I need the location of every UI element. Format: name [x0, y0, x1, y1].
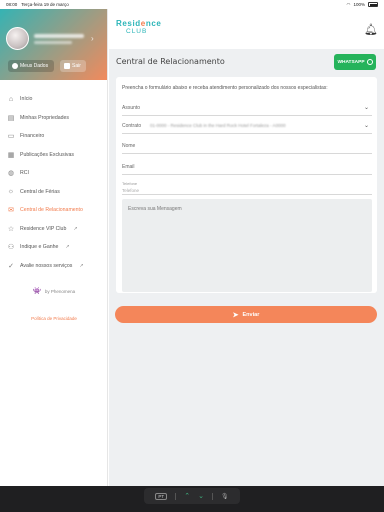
keyboard-accessory-bar: PT ⌃ ⌄ 🎙︎	[0, 486, 384, 512]
sidebar-item-financeiro[interactable]: ▭ Financeiro	[0, 127, 108, 146]
keyboard-language-key[interactable]: PT	[155, 492, 168, 500]
user-name-redacted	[34, 34, 84, 38]
phone-label: Telefone	[122, 181, 138, 186]
phenomena-logo-icon: 👾	[32, 288, 42, 295]
sun-icon: ☼	[7, 188, 15, 196]
user-icon	[12, 63, 18, 69]
user-info-redacted	[34, 41, 72, 44]
chevron-down-icon: ⌄	[363, 105, 369, 111]
chevron-down-icon: ⌄	[363, 123, 369, 129]
subject-select[interactable]: Assunto ⌄	[122, 105, 372, 116]
contact-form: Preencha o formulário abaixo e receba at…	[116, 77, 377, 293]
globe-icon: ◍	[7, 170, 15, 178]
sidebar-item-central-de-relacionamento[interactable]: ✉ Central de Relacionamento	[0, 201, 108, 220]
star-icon: ☆	[7, 225, 15, 233]
keyboard-toolbar: PT ⌃ ⌄ 🎙︎	[144, 488, 240, 504]
people-icon: ⚇	[7, 244, 15, 252]
my-data-button[interactable]: Meus Dados	[8, 60, 54, 72]
document-icon: ▤	[7, 114, 15, 122]
powered-by: 👾 by Phenomena	[32, 288, 76, 295]
newspaper-icon: ▦	[7, 151, 15, 159]
sidebar-item-residence-vip-club[interactable]: ☆ Residence VIP Club ↗	[0, 220, 108, 239]
residence-club-logo: Residence CLUB	[116, 19, 162, 35]
sidebar-item-publicacoes[interactable]: ▦ Publicações Exclusivas	[0, 146, 108, 165]
sidebar: › Meus Dados Sair ⌂ Início ▤ Minhas Prop…	[0, 0, 108, 486]
email-field[interactable]: Email	[122, 164, 372, 175]
sidebar-menu: ⌂ Início ▤ Minhas Propriedades ▭ Finance…	[0, 90, 108, 275]
home-icon: ⌂	[8, 95, 14, 103]
status-date: Terça-feira 19 de março	[21, 2, 69, 7]
send-icon: ➤	[232, 311, 239, 319]
sidebar-item-central-de-ferias[interactable]: ☼ Central de Férias	[0, 183, 108, 202]
send-button[interactable]: ➤ Enviar	[115, 306, 377, 323]
external-link-icon: ↗	[79, 262, 84, 269]
sidebar-item-indique-e-ganhe[interactable]: ⚇ Indique e Ganhe ↗	[0, 238, 108, 257]
exit-button[interactable]: Sair	[60, 60, 86, 72]
chevron-right-icon[interactable]: ›	[91, 34, 94, 43]
status-time: 08:00	[6, 2, 18, 7]
name-field[interactable]: Nome	[122, 143, 372, 154]
wifi-icon: ◠	[346, 1, 351, 7]
message-textarea[interactable]: Escreva sua Mensagem	[122, 199, 372, 292]
battery-icon	[368, 2, 378, 7]
external-link-icon: ↗	[73, 225, 78, 232]
external-link-icon: ↗	[65, 244, 70, 251]
sidebar-item-inicio[interactable]: ⌂ Início	[0, 90, 108, 109]
microphone-icon[interactable]: 🎙︎	[221, 493, 229, 500]
top-bar: Residence CLUB 🔔︎	[109, 9, 384, 49]
logout-icon	[64, 63, 70, 69]
phone-field[interactable]: Telefone Telefone	[122, 181, 372, 195]
wallet-icon: ▭	[7, 133, 15, 141]
check-icon: ✓	[8, 262, 14, 270]
contract-value: 01-0000 - Residence Club in the Hard Roc…	[150, 123, 286, 128]
status-bar: 08:00 Terça-feira 19 de março ◠ 100%	[0, 0, 384, 9]
sidebar-item-avalie[interactable]: ✓ Avalie nossos serviços ↗	[0, 257, 108, 276]
sidebar-item-minhas-propriedades[interactable]: ▤ Minhas Propriedades	[0, 109, 108, 128]
bell-icon[interactable]: 🔔︎	[364, 23, 378, 36]
sidebar-item-rci[interactable]: ◍ RCI	[0, 164, 108, 183]
whatsapp-icon	[366, 59, 373, 65]
avatar[interactable]	[6, 27, 29, 50]
battery-percent: 100%	[353, 2, 365, 7]
page-title: Central de Relacionamento	[116, 57, 225, 66]
mail-icon: ✉	[8, 207, 14, 215]
whatsapp-button[interactable]: WHATSAPP	[334, 54, 376, 70]
profile-header: › Meus Dados Sair	[0, 0, 107, 80]
chevron-up-icon[interactable]: ⌃	[184, 492, 190, 500]
main-content: Residence CLUB 🔔︎ Central de Relacioname…	[109, 0, 384, 486]
form-intro: Preencha o formulário abaixo e receba at…	[122, 85, 328, 91]
privacy-policy-link[interactable]: Política de Privacidade	[0, 316, 108, 321]
chevron-down-icon[interactable]: ⌄	[198, 492, 204, 500]
contract-select[interactable]: Contrato 01-0000 - Residence Club in the…	[122, 123, 372, 134]
